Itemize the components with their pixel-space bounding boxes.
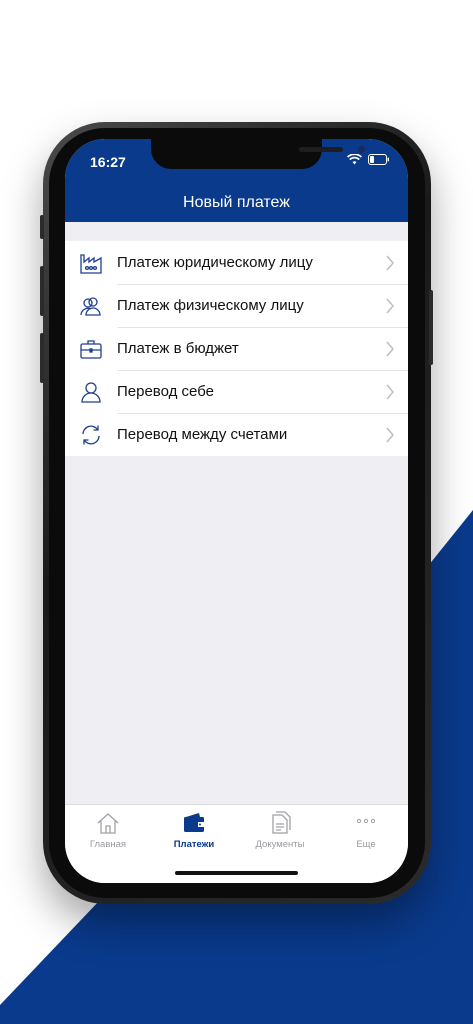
menu-item-legal-entity[interactable]: Платеж юридическому лицу bbox=[65, 241, 408, 284]
menu-item-label: Платеж в бюджет bbox=[117, 340, 239, 357]
refresh-icon bbox=[78, 422, 104, 448]
tab-label: Платежи bbox=[173, 839, 215, 850]
menu-item-between-accounts[interactable]: Перевод между счетами bbox=[65, 413, 408, 456]
menu-item-self-transfer[interactable]: Перевод себе bbox=[65, 370, 408, 413]
menu-item-label: Платеж юридическому лицу bbox=[117, 254, 313, 271]
side-button-left-1 bbox=[40, 215, 44, 239]
tab-payments[interactable]: Платежи bbox=[151, 811, 237, 850]
screen: 16:27 Новый платеж Платеж юридическому л… bbox=[65, 139, 408, 883]
status-icons bbox=[347, 154, 390, 165]
menu-item-label: Платеж физическому лицу bbox=[117, 297, 304, 314]
side-button-left-3 bbox=[40, 333, 44, 383]
camera bbox=[358, 146, 365, 153]
chevron-right-icon bbox=[386, 341, 394, 356]
chevron-right-icon bbox=[386, 384, 394, 399]
home-icon bbox=[97, 813, 119, 834]
chevron-right-icon bbox=[386, 427, 394, 442]
payment-menu: Платеж юридическому лицу Платеж физическ… bbox=[65, 241, 408, 456]
side-button-left-2 bbox=[40, 266, 44, 316]
factory-icon bbox=[78, 250, 104, 276]
tab-label: Документы bbox=[255, 839, 305, 850]
tab-more[interactable]: Еще bbox=[323, 811, 408, 850]
speaker bbox=[299, 147, 343, 152]
briefcase-icon bbox=[78, 336, 104, 362]
more-icon bbox=[356, 818, 376, 824]
tab-bar: Главная Платежи Документы Еще bbox=[65, 804, 408, 883]
chevron-right-icon bbox=[386, 255, 394, 270]
documents-icon bbox=[272, 811, 291, 834]
tab-home[interactable]: Главная bbox=[65, 811, 151, 850]
notch bbox=[151, 139, 365, 169]
menu-item-budget[interactable]: Платеж в бюджет bbox=[65, 327, 408, 370]
battery-icon bbox=[368, 154, 389, 165]
user-icon bbox=[78, 379, 104, 405]
page-title: Новый платеж bbox=[183, 194, 290, 211]
side-button-right bbox=[429, 290, 433, 365]
home-indicator[interactable] bbox=[175, 871, 298, 875]
users-icon bbox=[78, 293, 104, 319]
tab-label: Главная bbox=[89, 839, 127, 850]
tab-label: Еще bbox=[356, 839, 376, 850]
status-time: 16:27 bbox=[90, 154, 126, 170]
tab-documents[interactable]: Документы bbox=[237, 811, 323, 850]
wifi-icon bbox=[347, 154, 362, 165]
menu-item-individual[interactable]: Платеж физическому лицу bbox=[65, 284, 408, 327]
menu-item-label: Перевод между счетами bbox=[117, 426, 288, 443]
menu-item-label: Перевод себе bbox=[117, 383, 214, 400]
wallet-icon bbox=[184, 813, 204, 832]
chevron-right-icon bbox=[386, 298, 394, 313]
